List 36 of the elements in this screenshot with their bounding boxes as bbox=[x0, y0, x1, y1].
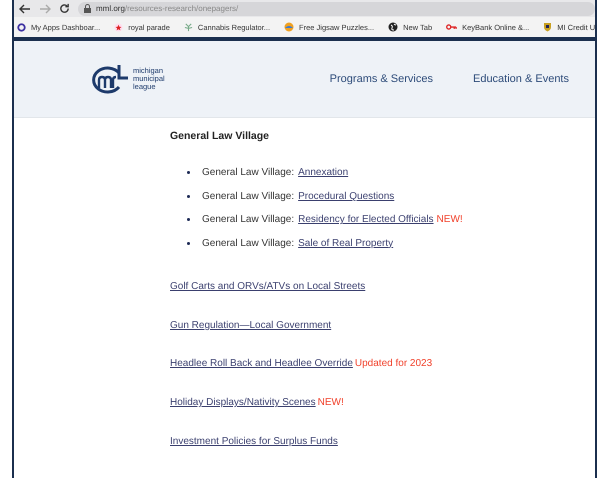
section-heading: General Law Village bbox=[170, 130, 270, 142]
bullet-icon bbox=[187, 218, 190, 222]
shield-icon bbox=[543, 22, 552, 32]
article-link[interactable]: Annexation bbox=[298, 167, 348, 178]
status-tag: Updated for 2023 bbox=[354, 358, 432, 370]
article-link[interactable]: Procedural Questions bbox=[298, 190, 394, 202]
lock-icon bbox=[84, 4, 91, 13]
reload-icon[interactable] bbox=[59, 3, 70, 14]
article-link[interactable]: Holiday Displays/Nativity Scenes bbox=[170, 397, 316, 408]
logo-icon bbox=[89, 63, 129, 95]
star-icon bbox=[114, 22, 124, 32]
globe-icon bbox=[388, 22, 398, 32]
address-bar[interactable]: mml.org/resources-research/onepagers/ bbox=[78, 2, 595, 16]
leaf-icon bbox=[184, 22, 193, 32]
article-link[interactable]: Sale of Real Property bbox=[298, 238, 394, 249]
nav-link[interactable]: Education & Events bbox=[472, 73, 569, 85]
article-link[interactable]: Headlee Roll Back and Headlee Override bbox=[170, 358, 353, 370]
key-icon bbox=[446, 23, 458, 31]
article-link[interactable]: Residency for Elected Officials bbox=[298, 214, 434, 226]
article-link[interactable]: Gun Regulation—Local Government bbox=[170, 320, 332, 331]
back-icon[interactable] bbox=[19, 4, 31, 14]
status-tag: NEW! bbox=[318, 397, 344, 408]
item-label: General Law Village: bbox=[202, 190, 294, 202]
nav-link[interactable]: Programs & Services bbox=[330, 73, 433, 85]
bullet-icon bbox=[187, 194, 190, 198]
bullet-icon bbox=[187, 242, 190, 245]
bullet-icon bbox=[187, 171, 190, 174]
ring-icon bbox=[17, 22, 26, 32]
new-tag: NEW! bbox=[436, 214, 463, 226]
url-domain: mml.org bbox=[96, 4, 125, 13]
article-link[interactable]: Investment Policies for Surplus Funds bbox=[170, 436, 338, 447]
item-label: General Law Village: bbox=[202, 238, 294, 249]
item-label: General Law Village: bbox=[202, 167, 294, 178]
article-link[interactable]: Golf Carts and ORVs/ATVs on Local Streets bbox=[170, 281, 366, 292]
item-label: General Law Village: bbox=[202, 214, 294, 226]
url-path: /resources-research/onepagers/ bbox=[124, 4, 238, 13]
